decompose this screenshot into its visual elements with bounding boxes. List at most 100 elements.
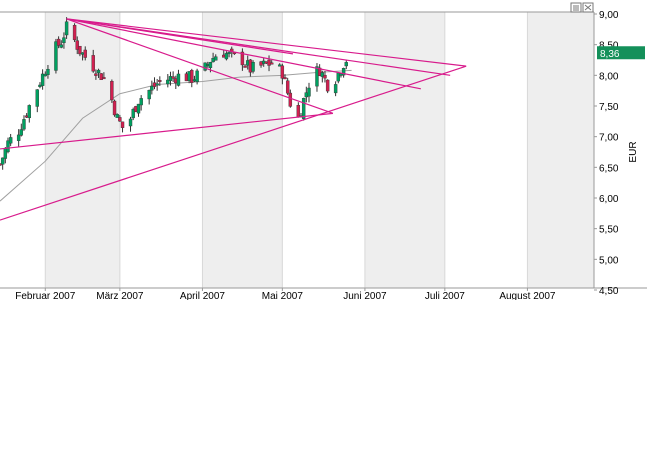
candle [22,115,26,131]
candle-body-up [27,105,32,119]
candle-body-up [155,83,159,86]
x-axis: Januar 2007Februar 2007März 2007April 20… [15,288,556,302]
candle-body-down [56,38,61,46]
candle [110,79,114,103]
candle [341,67,346,78]
candle-body-down [280,65,285,79]
candle-body-up [115,114,119,118]
candle-body-up [54,41,58,71]
candle [285,77,290,96]
maximize-icon[interactable] [570,2,582,13]
candle-body-down [72,25,77,41]
candle-body-up [46,68,50,75]
price-chart: 9,00 8,50 8,00 7,50 7,00 6,50 6,00 5,50 5,00 4,50… [0,0,647,302]
candle-body-up [147,90,151,100]
x-tick-label: März 2007 [96,291,144,300]
candle-body-up [96,69,101,74]
candle-body-up [251,62,255,72]
candle [35,89,39,113]
candle [325,79,330,94]
month-bands [45,12,594,288]
month-band [527,12,594,288]
candle-body-down [285,80,290,94]
candle [72,23,77,43]
candle [147,89,151,105]
candle [333,81,338,97]
candle [120,121,125,133]
candle [203,62,207,72]
currency-label: EUR [628,141,639,162]
candle-body-down [325,79,330,92]
candle [27,104,32,123]
last-price-tag: 8,36 [597,46,645,60]
candle [296,102,301,118]
candle [344,59,348,70]
x-tick-label: April 2007 [180,291,225,300]
candle-body-up [208,62,213,68]
candle-body-down [269,62,274,65]
candle-body-down [323,74,327,79]
candle-body-up [0,157,5,165]
x-tick-label: August 2007 [499,291,556,300]
candle-body-up [64,21,69,36]
candle [176,69,181,87]
x-tick-label: Juli 2007 [425,291,465,300]
y-tick-label: 6,50 [599,163,619,174]
last-price-value: 8,36 [600,49,620,60]
close-icon[interactable] [582,2,594,13]
y-tick-label: 5,00 [599,255,619,266]
candle-body-down [243,65,247,68]
candle [315,63,319,92]
candle-body-down [171,76,175,79]
y-tick-label: 6,00 [599,194,619,205]
candle [190,68,194,88]
candle-body-up [301,98,306,119]
candle [0,157,5,170]
candle-body-up [227,52,231,54]
candle-body-up [35,89,39,107]
candle-body-up [333,84,338,94]
candle-body-down [91,55,95,72]
month-band [364,12,445,288]
y-tick-label: 8,00 [599,71,619,82]
candle [128,116,133,132]
candle-body-up [224,53,229,60]
candle-body-up [176,73,181,86]
candle-body-up [62,37,66,44]
candle [307,82,311,103]
candle-body-up [128,118,133,127]
candle-body-up [214,56,218,61]
candle-body-up [19,129,24,136]
candle-body-down [118,117,122,122]
candle-body-down [102,77,106,80]
candle-body-up [59,44,63,48]
candle-body-down [120,121,125,128]
candle-body-up [307,87,311,97]
y-tick-label: 7,00 [599,133,619,144]
x-tick-label: Juni 2007 [343,291,387,300]
candle-body-up [16,134,21,141]
candle-body-down [94,73,98,76]
y-tick-label: 9,00 [599,10,619,21]
candle-body-down [158,79,162,82]
candle-body-down [112,100,117,116]
y-tick-label: 7,50 [599,102,619,113]
candle-body-down [296,105,301,118]
candle-body-down [288,92,293,107]
candle-body-up [344,62,348,67]
candle [136,103,141,117]
candle-body-up [136,103,141,114]
x-tick-label: Februar 2007 [15,291,75,300]
candle-body-up [195,70,199,83]
candle-body-down [110,80,114,101]
candle-body-up [8,137,13,144]
x-tick-label: Mai 2007 [262,291,304,300]
candle-body-up [139,98,143,106]
candle-body-up [203,62,207,71]
candle-body-down [83,49,87,58]
y-tick-label: 4,50 [599,286,619,297]
candle-body-up [22,119,26,130]
candle-body-down [283,77,287,80]
chart-svg: 9,008,508,007,507,006,506,005,505,004,50… [0,2,647,302]
candle [251,60,255,74]
